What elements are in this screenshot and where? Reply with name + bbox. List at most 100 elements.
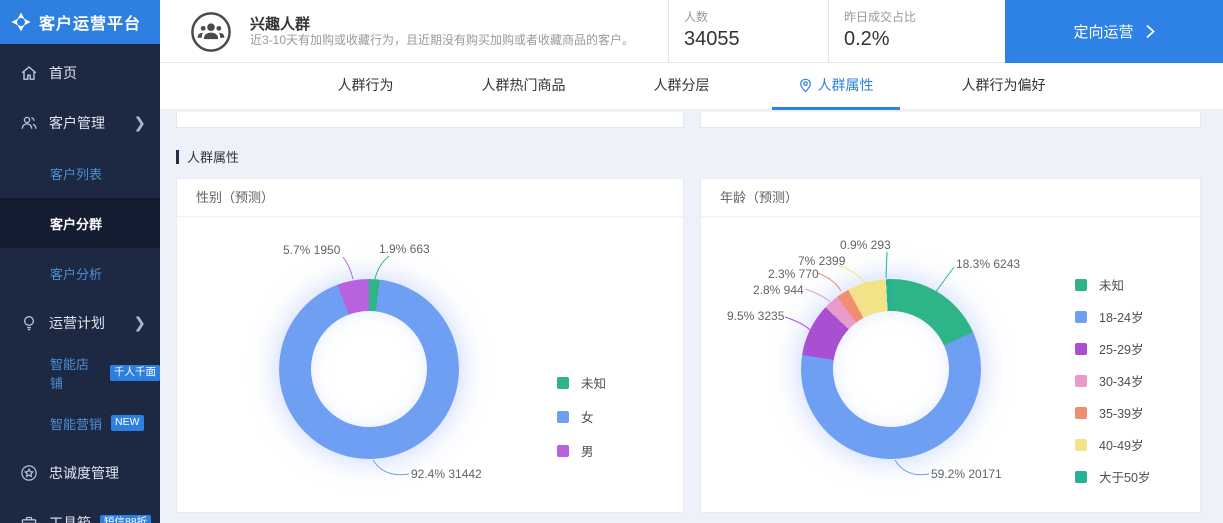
bulb-icon xyxy=(20,314,38,332)
tab-1[interactable]: 人群热门商品 xyxy=(456,63,592,110)
legend-swatch xyxy=(1075,438,1087,451)
tab-0[interactable]: 人群行为 xyxy=(312,63,420,110)
legend-item[interactable]: 大于50岁 xyxy=(1075,467,1150,486)
legend-swatch xyxy=(1075,310,1087,323)
legend-label: 35-39岁 xyxy=(1099,407,1144,421)
donut-hole xyxy=(311,311,427,427)
tab-2[interactable]: 人群分层 xyxy=(628,63,736,110)
sidebar-item-badge: NEW xyxy=(111,415,144,431)
sidebar-item-0[interactable]: 首页 xyxy=(0,48,160,98)
legend-item[interactable]: 未知 xyxy=(1075,275,1150,294)
chart-legend: 未知女男 xyxy=(557,373,606,475)
sidebar-item-8[interactable]: 忠诚度管理 xyxy=(0,448,160,498)
tab-label: 人群行为偏好 xyxy=(961,77,1046,93)
sidebar-item-label: 首页 xyxy=(49,65,77,81)
legend-swatch xyxy=(557,410,569,423)
legend-swatch xyxy=(557,376,569,389)
legend-swatch xyxy=(1075,470,1087,483)
group-description: 近3-10天有加购或收藏行为，且近期没有购买加购或者收藏商品的客户。 xyxy=(250,33,635,47)
legend-label: 男 xyxy=(581,445,594,459)
home-icon xyxy=(20,64,38,82)
age-chart-title: 年龄（预测） xyxy=(701,179,1200,217)
tab-4[interactable]: 人群行为偏好 xyxy=(936,63,1072,110)
legend-label: 女 xyxy=(581,411,594,425)
legend-item[interactable]: 18-24岁 xyxy=(1075,307,1150,326)
stat-0: 人数 34055 xyxy=(668,0,828,63)
sidebar-item-4[interactable]: 客户分析 xyxy=(0,248,160,298)
app-title: 客户运营平台 xyxy=(39,16,142,33)
donut-hole xyxy=(833,311,949,427)
legend-swatch xyxy=(1075,342,1087,355)
legend-swatch xyxy=(1075,406,1087,419)
chevron-right-icon: ❯ xyxy=(133,115,146,132)
sidebar-item-label: 客户列表 xyxy=(50,166,103,182)
gender-chart-card: 性别（预测） 1.9% 663 92.4% 31442 5.7% 1950 未知女男 xyxy=(176,178,684,513)
sidebar-item-3[interactable]: 客户分群 xyxy=(0,198,160,248)
legend-swatch xyxy=(1075,278,1087,291)
slice-callout-label: 0.9% 293 xyxy=(840,238,891,252)
legend-label: 40-49岁 xyxy=(1099,439,1144,453)
map-pin-icon xyxy=(798,78,813,93)
previous-section-card-left xyxy=(176,112,684,128)
targeted-operation-label: 定向运营 xyxy=(1073,24,1134,41)
targeted-operation-button[interactable]: 定向运营 xyxy=(1005,0,1223,63)
slice-callout-label: 2.8% 944 xyxy=(753,283,804,297)
sidebar-item-6[interactable]: 智能店铺 千人千面 xyxy=(0,348,160,398)
slice-callout-label: 18.3% 6243 xyxy=(956,257,1021,271)
sidebar-item-5[interactable]: 运营计划 ❯ xyxy=(0,298,160,348)
previous-section-card-right xyxy=(700,112,1201,128)
sidebar-item-1[interactable]: 客户管理 ❯ xyxy=(0,98,160,148)
page: 客户运营平台 首页 客户管理 ❯ 客户列表 客户分群 客户分析 运营计划 ❯ 智能店铺 千人千面智… xyxy=(0,0,1223,523)
main-area: 兴趣人群 近3-10天有加购或收藏行为，且近期没有购买加购或者收藏商品的客户。 … xyxy=(160,0,1223,523)
legend-item[interactable]: 40-49岁 xyxy=(1075,435,1150,454)
age-chart-card: 年龄（预测） 18.3% 6243 59.2% 20171 9.5% 3235 2.8… xyxy=(700,178,1201,513)
slice-callout-label: 2.3% 770 xyxy=(768,267,819,281)
slice-callout-label: 5.7% 1950 xyxy=(283,243,341,257)
tab-label: 人群行为 xyxy=(337,77,394,93)
stat-label: 昨日成交占比 xyxy=(844,10,917,24)
sidebar: 客户运营平台 首页 客户管理 ❯ 客户列表 客户分群 客户分析 运营计划 ❯ 智能店铺 千人千面智… xyxy=(0,0,160,523)
slice-callout-label: 92.4% 31442 xyxy=(411,467,482,481)
star-circle-icon xyxy=(20,464,38,482)
sidebar-item-9[interactable]: 工具箱 短信88折 xyxy=(0,498,160,523)
pinwheel-logo-icon xyxy=(11,12,31,32)
stat-value: 0.2% xyxy=(844,28,890,50)
sidebar-item-label: 客户分群 xyxy=(50,216,103,232)
sidebar-item-label: 忠诚度管理 xyxy=(49,465,119,481)
tab-bar: 人群行为 人群热门商品 人群分层 人群属性 人群行为偏好 xyxy=(160,63,1223,110)
content-area: 人群属性 性别（预测） 1.9% 663 92.4% 31442 5.7% 1950… xyxy=(160,110,1223,523)
group-name: 兴趣人群 xyxy=(250,16,311,33)
section-title-text: 人群属性 xyxy=(187,150,240,165)
chart-legend: 未知 18-24岁 25-29岁 30-34岁 35-39岁 40-49岁大于50岁 xyxy=(1075,275,1150,499)
sidebar-item-badge: 短信88折 xyxy=(100,515,152,523)
group-header: 兴趣人群 近3-10天有加购或收藏行为，且近期没有购买加购或者收藏商品的客户。 … xyxy=(160,0,1223,63)
legend-swatch xyxy=(1075,374,1087,387)
donut-ring[interactable] xyxy=(279,279,459,459)
tab-3[interactable]: 人群属性 xyxy=(771,63,900,110)
section-title: 人群属性 xyxy=(176,147,239,166)
chevron-right-icon xyxy=(1145,24,1155,39)
legend-item[interactable]: 35-39岁 xyxy=(1075,403,1150,422)
donut-ring[interactable] xyxy=(801,279,981,459)
sidebar-item-7[interactable]: 智能营销 NEW xyxy=(0,398,160,448)
slice-callout-label: 1.9% 663 xyxy=(379,242,430,256)
app-logo[interactable]: 客户运营平台 xyxy=(0,0,160,44)
legend-item[interactable]: 女 xyxy=(557,407,606,426)
tab-label: 人群热门商品 xyxy=(481,77,566,93)
sidebar-nav: 首页 客户管理 ❯ 客户列表 客户分群 客户分析 运营计划 ❯ 智能店铺 千人千面 智能营销 NEW 忠… xyxy=(0,44,160,523)
legend-item[interactable]: 男 xyxy=(557,441,606,460)
stat-value: 34055 xyxy=(684,28,740,50)
sidebar-item-label: 工具箱 xyxy=(49,515,91,523)
users-icon xyxy=(20,114,38,132)
sidebar-item-label: 运营计划 xyxy=(49,315,105,331)
legend-item[interactable]: 30-34岁 xyxy=(1075,371,1150,390)
age-donut-chart: 18.3% 6243 59.2% 20171 9.5% 3235 2.8% 944 2.… xyxy=(701,217,1200,512)
legend-label: 未知 xyxy=(581,377,607,391)
sidebar-item-2[interactable]: 客户列表 xyxy=(0,148,160,198)
legend-item[interactable]: 未知 xyxy=(557,373,606,392)
slice-callout-label: 7% 2399 xyxy=(798,254,846,268)
sidebar-item-label: 客户管理 xyxy=(49,115,105,131)
gender-chart-title: 性别（预测） xyxy=(177,179,683,217)
slice-callout-label: 59.2% 20171 xyxy=(931,467,1002,481)
legend-item[interactable]: 25-29岁 xyxy=(1075,339,1150,358)
